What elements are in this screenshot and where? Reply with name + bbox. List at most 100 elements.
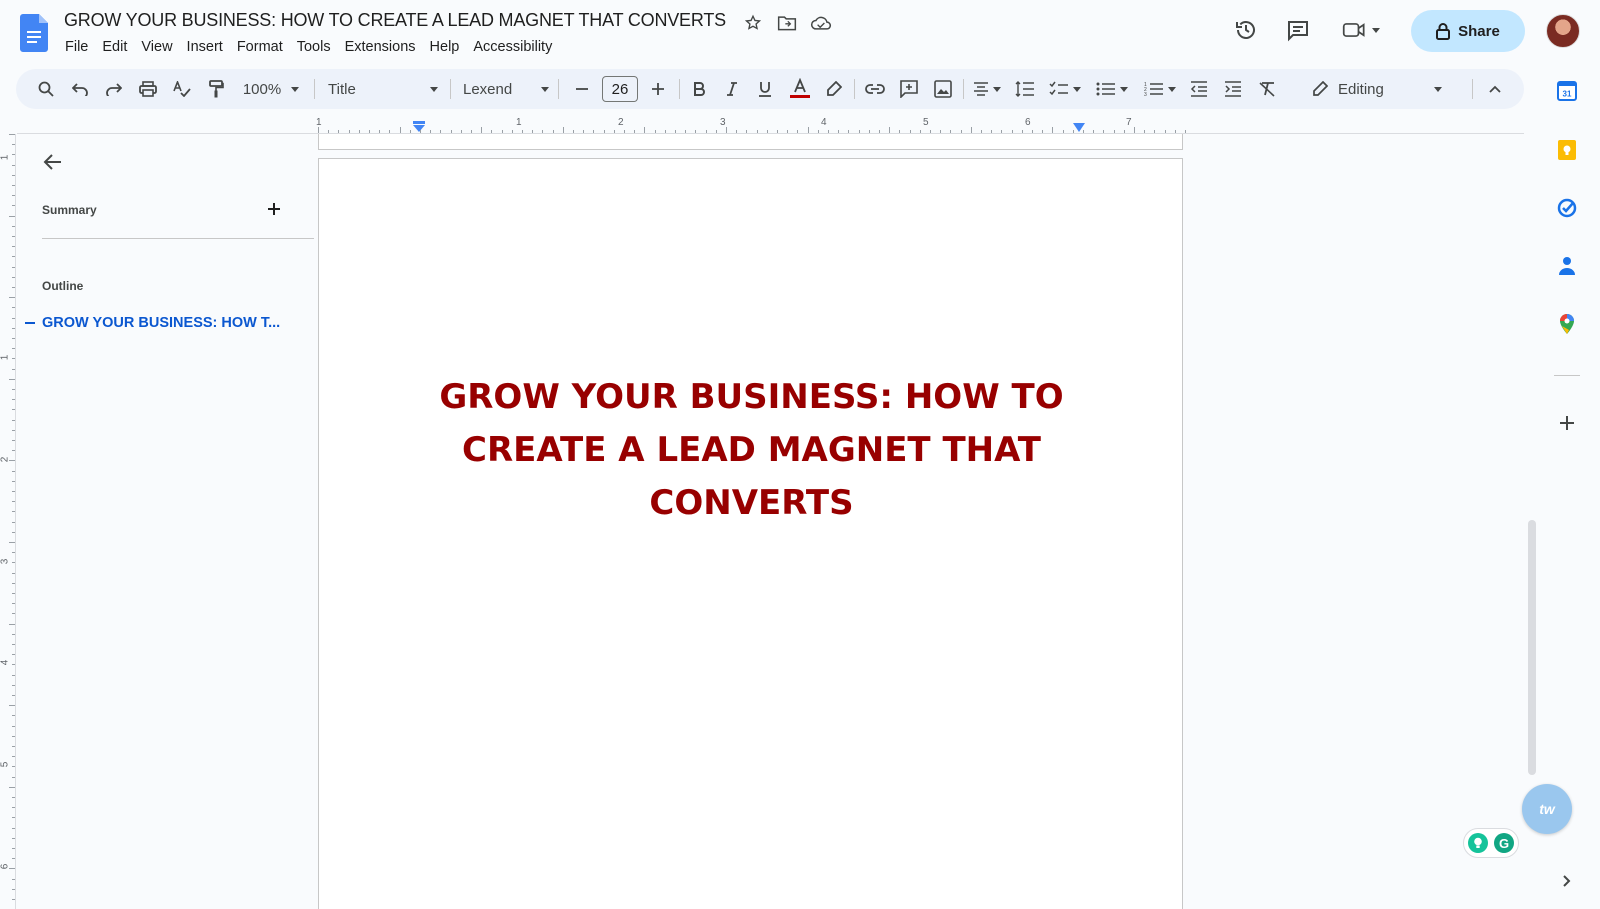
menu-edit[interactable]: Edit bbox=[95, 37, 134, 57]
keep-icon[interactable] bbox=[1556, 139, 1578, 161]
ruler-tick bbox=[634, 130, 636, 133]
calendar-icon[interactable]: 31 bbox=[1556, 80, 1578, 102]
cloud-saved-icon[interactable] bbox=[810, 12, 832, 34]
left-indent-marker[interactable] bbox=[412, 121, 426, 133]
ruler-tick bbox=[552, 130, 554, 133]
back-arrow-icon[interactable] bbox=[41, 150, 65, 174]
bulleted-list-icon[interactable] bbox=[1092, 69, 1132, 109]
ruler-tick bbox=[12, 674, 15, 676]
ruler-tick bbox=[1154, 130, 1156, 133]
star-icon[interactable] bbox=[742, 12, 764, 34]
expand-side-panel-icon[interactable] bbox=[1556, 870, 1578, 892]
maps-icon[interactable] bbox=[1556, 313, 1578, 335]
ruler-tick bbox=[726, 127, 727, 133]
decrease-font-size-icon[interactable] bbox=[570, 69, 594, 109]
italic-icon[interactable] bbox=[720, 69, 744, 109]
menu-accessibility[interactable]: Accessibility bbox=[466, 37, 559, 57]
document-title[interactable]: GROW YOUR BUSINESS: HOW TO CREATE A LEAD… bbox=[64, 10, 726, 31]
spellcheck-icon[interactable] bbox=[170, 69, 194, 109]
ruler-number: 1 bbox=[0, 154, 11, 161]
ruler-number: 6 bbox=[1025, 117, 1031, 128]
bold-icon[interactable] bbox=[687, 69, 711, 109]
ruler-tick bbox=[12, 654, 15, 656]
meet-dropdown-caret[interactable] bbox=[1372, 27, 1380, 33]
contacts-icon[interactable] bbox=[1556, 255, 1578, 277]
ruler-tick bbox=[603, 130, 605, 133]
menu-file[interactable]: File bbox=[58, 37, 95, 57]
outline-item[interactable]: GROW YOUR BUSINESS: HOW T... bbox=[25, 315, 280, 331]
search-menus-icon[interactable] bbox=[34, 69, 58, 109]
underline-icon[interactable] bbox=[753, 69, 777, 109]
grammarly-widget[interactable]: G bbox=[1463, 828, 1519, 858]
svg-text:3: 3 bbox=[1144, 92, 1147, 97]
scrollbar-thumb[interactable] bbox=[1528, 520, 1536, 775]
ruler-tick bbox=[1103, 130, 1105, 133]
highlight-color-icon[interactable] bbox=[822, 69, 846, 109]
numbered-list-icon[interactable]: 123 bbox=[1140, 69, 1180, 109]
ruler-tick bbox=[12, 317, 15, 319]
meet-icon[interactable] bbox=[1336, 12, 1386, 48]
insert-image-icon[interactable] bbox=[930, 69, 956, 109]
align-caret bbox=[993, 86, 1001, 92]
grammarly-icon[interactable]: G bbox=[1494, 833, 1514, 853]
get-addons-icon[interactable] bbox=[1556, 412, 1578, 434]
comments-icon[interactable] bbox=[1280, 12, 1316, 48]
ruler-tick bbox=[12, 827, 15, 829]
undo-icon[interactable] bbox=[68, 69, 92, 109]
vertical-ruler[interactable]: 1 1 2 3 4 5 6 bbox=[0, 134, 16, 909]
ruler-tick bbox=[9, 297, 15, 299]
increase-indent-icon[interactable] bbox=[1220, 69, 1246, 109]
insert-link-icon[interactable] bbox=[862, 69, 888, 109]
docs-logo-icon[interactable] bbox=[20, 14, 48, 52]
menu-tools[interactable]: Tools bbox=[290, 37, 338, 57]
ruler-tick bbox=[736, 130, 738, 133]
ruler-tick bbox=[950, 130, 952, 133]
redo-icon[interactable] bbox=[102, 69, 126, 109]
ruler-tick bbox=[12, 348, 15, 350]
assistant-bubble[interactable]: tw bbox=[1522, 784, 1572, 834]
ruler-tick bbox=[12, 817, 15, 819]
collapse-toolbar-icon[interactable] bbox=[1482, 69, 1508, 109]
ruler-tick bbox=[1021, 130, 1023, 133]
align-icon[interactable] bbox=[970, 69, 1004, 109]
ruler-tick bbox=[12, 287, 15, 288]
style-select[interactable]: Title bbox=[328, 69, 438, 109]
ruler-tick bbox=[12, 399, 15, 401]
line-spacing-icon[interactable] bbox=[1012, 69, 1038, 109]
ruler-tick bbox=[12, 797, 15, 798]
checklist-icon[interactable] bbox=[1046, 69, 1084, 109]
ruler-tick bbox=[481, 127, 483, 133]
text-color-icon[interactable] bbox=[787, 69, 813, 109]
ruler-tick bbox=[746, 130, 748, 133]
add-comment-icon[interactable] bbox=[896, 69, 922, 109]
print-icon[interactable] bbox=[136, 69, 160, 109]
ruler-tick bbox=[624, 130, 625, 133]
font-select[interactable]: Lexend bbox=[463, 69, 549, 109]
lightbulb-icon[interactable] bbox=[1468, 833, 1488, 853]
zoom-select[interactable]: 100% bbox=[236, 69, 306, 109]
ruler-tick bbox=[644, 127, 646, 133]
share-button[interactable]: Share bbox=[1411, 10, 1525, 52]
document-heading[interactable]: GROW YOUR BUSINESS: HOW TO CREATE A LEAD… bbox=[319, 371, 1184, 530]
ruler-tick bbox=[1011, 130, 1013, 133]
increase-font-size-icon[interactable] bbox=[646, 69, 670, 109]
horizontal-ruler[interactable]: 1 1 2 3 4 5 6 7 bbox=[316, 115, 1186, 135]
editing-mode-select[interactable]: Editing bbox=[1312, 69, 1452, 109]
menu-extensions[interactable]: Extensions bbox=[338, 37, 423, 57]
move-folder-icon[interactable] bbox=[776, 12, 798, 34]
menu-help[interactable]: Help bbox=[423, 37, 467, 57]
decrease-indent-icon[interactable] bbox=[1186, 69, 1212, 109]
font-size-input[interactable]: 26 bbox=[602, 76, 638, 102]
add-summary-icon[interactable] bbox=[263, 198, 285, 220]
ruler-tick bbox=[12, 246, 15, 248]
tasks-icon[interactable] bbox=[1556, 197, 1578, 219]
menu-view[interactable]: View bbox=[134, 37, 179, 57]
ruler-tick bbox=[12, 256, 15, 258]
document-page[interactable]: GROW YOUR BUSINESS: HOW TO CREATE A LEAD… bbox=[318, 158, 1183, 909]
menu-insert[interactable]: Insert bbox=[180, 37, 230, 57]
menu-format[interactable]: Format bbox=[230, 37, 290, 57]
clear-formatting-icon[interactable] bbox=[1254, 69, 1280, 109]
account-avatar[interactable] bbox=[1546, 14, 1580, 48]
version-history-icon[interactable] bbox=[1228, 12, 1264, 48]
paint-format-icon[interactable] bbox=[204, 69, 228, 109]
